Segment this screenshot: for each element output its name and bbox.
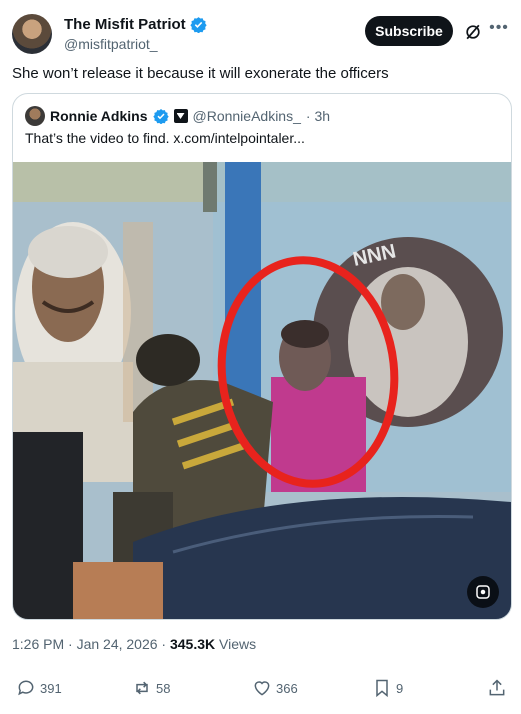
views-count: 345.3K: [169, 636, 216, 652]
quoted-video[interactable]: NNN: [13, 162, 511, 619]
post-timestamp[interactable]: 1:26 PM · Jan 24, 2026 · 345.3K Views: [12, 636, 256, 652]
bookmark-count: 9: [396, 680, 404, 696]
post-time[interactable]: 1:26 PM · Jan 24, 2026 ·: [12, 636, 170, 652]
reply-button[interactable]: 391: [16, 678, 62, 698]
author-avatar[interactable]: [12, 14, 52, 54]
quoted-post[interactable]: Ronnie Adkins @RonnieAdkins_ · 3h That’s…: [12, 93, 512, 620]
author-name-row: The Misfit Patriot: [64, 16, 207, 33]
quoted-author-name: Ronnie Adkins: [50, 108, 148, 124]
author-handle[interactable]: @misfitpatriot_: [64, 36, 158, 52]
quoted-author-avatar: [25, 106, 45, 126]
affiliate-badge-icon: [173, 109, 188, 123]
repost-button[interactable]: 58: [132, 678, 170, 698]
media-tag-icon: [476, 585, 490, 599]
reply-count: 391: [40, 680, 62, 696]
grok-icon[interactable]: [463, 22, 483, 42]
bookmark-icon: [376, 679, 388, 698]
post-header: The Misfit Patriot @misfitpatriot_ Subsc…: [12, 12, 509, 56]
like-button[interactable]: 366: [252, 678, 298, 698]
share-icon: [489, 679, 505, 696]
like-count: 366: [276, 680, 298, 696]
action-bar: 391 58 366 9: [12, 676, 509, 704]
media-tag-button[interactable]: [467, 576, 499, 608]
quoted-post-header: Ronnie Adkins @RonnieAdkins_ · 3h: [25, 106, 330, 126]
subscribe-button[interactable]: Subscribe: [365, 16, 453, 46]
quoted-post-time: · 3h: [305, 108, 331, 124]
more-icon[interactable]: •••: [489, 20, 509, 40]
share-button[interactable]: [487, 678, 507, 698]
post-text: She won’t release it because it will exo…: [12, 65, 389, 82]
video-frame: NNN: [13, 162, 511, 619]
verified-badge-icon: [152, 109, 169, 124]
quoted-post-text: That’s the video to find. x.com/intelpoi…: [25, 130, 305, 146]
author-display-name[interactable]: The Misfit Patriot: [64, 16, 186, 33]
bookmark-button[interactable]: 9: [372, 678, 403, 698]
views-label: Views: [215, 636, 257, 652]
quoted-author-handle: @RonnieAdkins_: [192, 108, 301, 124]
reply-icon: [18, 680, 34, 696]
repost-count: 58: [156, 680, 171, 696]
like-icon: [254, 681, 270, 696]
repost-icon: [136, 681, 148, 695]
verified-badge-icon: [190, 17, 207, 33]
